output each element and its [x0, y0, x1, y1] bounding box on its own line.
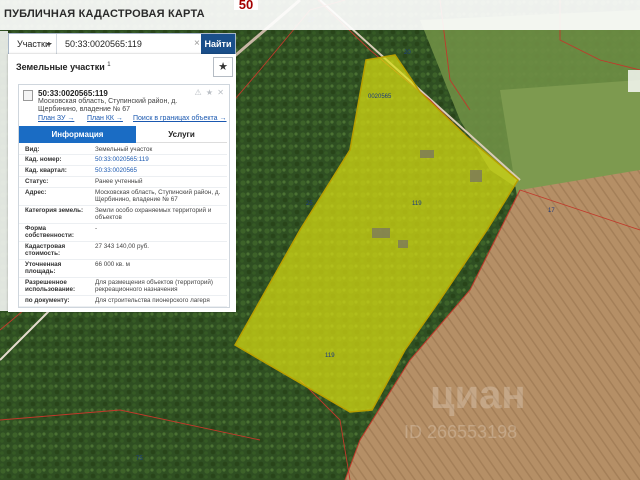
row-key: Адрес:	[25, 189, 47, 196]
row-key: Категория земель:	[25, 207, 84, 214]
favorite-star-button[interactable]: ★	[213, 57, 233, 77]
search-type-dropdown[interactable]: Участки	[9, 34, 57, 54]
row-key: Вид:	[25, 146, 40, 153]
parcel-number: 50:33:0020565:119	[38, 89, 108, 98]
table-row: по документу: Для строительства пионерск…	[19, 296, 227, 307]
left-edge-strip	[0, 31, 8, 311]
find-button[interactable]: Найти	[201, 34, 235, 54]
map-label: 25	[306, 201, 313, 207]
chevron-down-icon	[46, 43, 52, 46]
parcel-icon	[23, 90, 33, 101]
watermark-id: ID 266553198	[404, 422, 517, 442]
row-value: Земельный участок	[95, 146, 153, 153]
search-bar: Участки × Найти	[8, 33, 236, 55]
card-tabs: Информация Услуги	[19, 126, 227, 143]
parcel-card: 50:33:0020565:119 ⚠ ★ ✕ Московская облас…	[18, 84, 230, 308]
map-label: 20	[404, 50, 411, 56]
top-bar: ПУБЛИЧНАЯ КАДАСТРОВАЯ КАРТА	[0, 0, 640, 30]
watermark-logo: циан	[430, 373, 526, 417]
table-row: Уточненная площадь: 66 000 кв. м	[19, 260, 227, 278]
row-key: Статус:	[25, 178, 49, 185]
panel-title-text: Земельные участки	[16, 62, 105, 72]
row-value: 27 343 140,00 руб.	[95, 243, 150, 250]
cadastral-number-link[interactable]: 50:33:0020565:119	[95, 156, 223, 163]
row-value: -	[95, 225, 98, 232]
plan-kk-link[interactable]: План КК →	[87, 115, 123, 122]
map-label: 17	[548, 208, 555, 214]
app-title: ПУБЛИЧНАЯ КАДАСТРОВАЯ КАРТА	[4, 8, 205, 20]
table-row: Кад. квартал: 50:33:0020565	[19, 166, 227, 177]
cadastral-quarter-link[interactable]: 50:33:0020565	[95, 167, 223, 174]
row-value: Земли особо охраняемых территорий и объе…	[95, 207, 212, 221]
map-label: 0020565	[368, 94, 392, 100]
row-value: Ранее учтенный	[95, 178, 143, 185]
table-row: Статус: Ранее учтенный	[19, 177, 227, 188]
row-key: Уточненная площадь:	[25, 261, 62, 275]
results-count: 1	[107, 62, 111, 68]
map-label: 119	[412, 201, 422, 207]
table-row: Форма собственности: -	[19, 224, 227, 242]
search-input[interactable]	[61, 34, 205, 54]
table-row: Категория земель: Земли особо охраняемых…	[19, 206, 227, 224]
row-key: Кад. квартал:	[25, 167, 67, 174]
tab-services[interactable]: Услуги	[136, 126, 227, 143]
zoom-tab[interactable]: 50	[234, 0, 258, 10]
row-key: Разрешенное использование:	[25, 279, 76, 293]
panel-title: Земельные участки 1	[16, 62, 111, 72]
table-row: Кад. номер: 50:33:0020565:119	[19, 155, 227, 166]
row-key: Кадастровая стоимость:	[25, 243, 66, 257]
table-row: Разрешенное использование: Для размещени…	[19, 278, 227, 296]
row-value: 66 000 кв. м	[95, 261, 130, 268]
table-row: Вид: Земельный участок	[19, 145, 227, 155]
parcel-address: Московская область, Ступинский район, д.…	[38, 98, 178, 113]
row-key: Кад. номер:	[25, 156, 62, 163]
map-label: 75	[136, 456, 143, 462]
search-in-bounds-link[interactable]: Поиск в границах объекта →	[133, 115, 227, 122]
row-key: по документу:	[25, 297, 70, 304]
row-value: Для размещения объектов (территорий) рек…	[95, 279, 213, 293]
map-corner-marker	[628, 70, 640, 92]
row-value: Московская область, Ступинский район, д.…	[95, 189, 221, 203]
row-key: Форма собственности:	[25, 225, 74, 239]
table-row: Кадастровая стоимость: 27 343 140,00 руб…	[19, 242, 227, 260]
plan-zu-link[interactable]: План ЗУ →	[38, 115, 74, 122]
table-row: Адрес: Московская область, Ступинский ра…	[19, 188, 227, 206]
clear-icon[interactable]: ×	[194, 38, 200, 49]
card-controls[interactable]: ⚠ ★ ✕	[195, 88, 226, 97]
map-label: 119	[325, 353, 335, 359]
info-table: Вид: Земельный участок Кад. номер: 50:33…	[19, 145, 227, 307]
tab-info[interactable]: Информация	[19, 126, 136, 143]
row-value: Для строительства пионерского лагеря	[95, 297, 210, 304]
